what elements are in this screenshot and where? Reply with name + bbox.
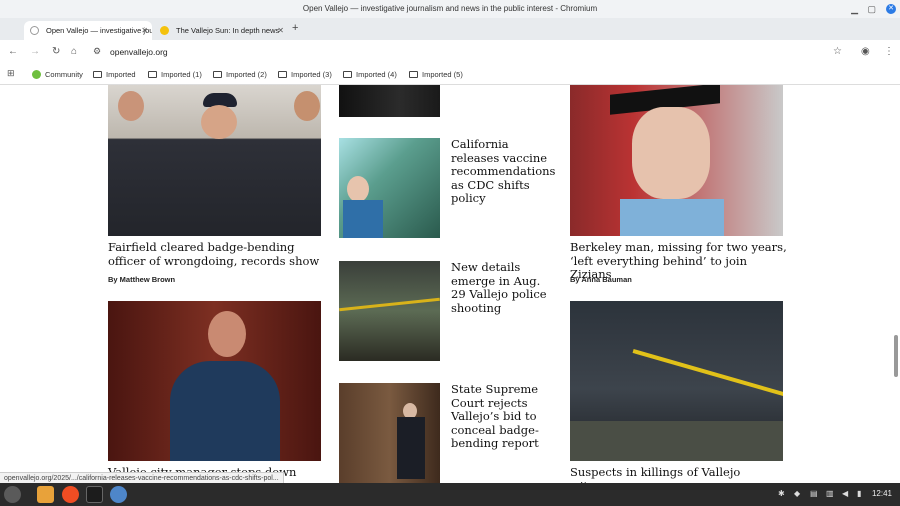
article-headline-supreme-court[interactable]: State Supreme Court rejects Vallejo’s bi…	[451, 382, 556, 451]
bookmark-community[interactable]: Community	[32, 69, 83, 81]
folder-icon	[148, 71, 157, 78]
bluetooth-icon[interactable]: ✱	[778, 489, 785, 498]
minimize-icon[interactable]: ▁	[851, 0, 858, 18]
terminal-icon[interactable]	[86, 486, 103, 503]
chromium-icon[interactable]	[110, 486, 127, 503]
bookmark-imported[interactable]: Imported	[93, 69, 136, 81]
article-image-city-manager[interactable]	[108, 301, 321, 461]
tab-label: The Vallejo Sun: In depth news	[176, 26, 280, 35]
apps-grid-icon[interactable]: ⊞	[7, 68, 15, 79]
globe-icon	[30, 26, 39, 35]
article-image-supreme-court[interactable]	[339, 383, 440, 483]
maximize-icon[interactable]: ▢	[867, 0, 876, 18]
window-title: Open Vallejo — investigative journalism …	[302, 4, 598, 13]
article-byline[interactable]: By Anna Bauman	[570, 275, 632, 284]
bookmark-star-icon[interactable]: ☆	[833, 46, 842, 57]
home-icon[interactable]: ⌂	[71, 46, 77, 57]
file-manager-icon[interactable]	[37, 486, 54, 503]
bookmark-imported-3[interactable]: Imported (3)	[278, 69, 332, 81]
tab-label: Open Vallejo — investigative journalism	[46, 26, 152, 35]
window-titlebar: Open Vallejo — investigative journalism …	[0, 0, 900, 18]
folder-icon	[93, 71, 102, 78]
article-image-top[interactable]	[339, 85, 440, 117]
article-image-officers[interactable]	[108, 85, 321, 236]
back-icon[interactable]: ←	[8, 46, 18, 57]
bookmarks-bar: ⊞ Community Imported Imported (1) Import…	[0, 66, 900, 85]
shield-icon[interactable]: ◆	[794, 489, 800, 498]
bookmark-imported-1[interactable]: Imported (1)	[148, 69, 202, 81]
tab-strip: Open Vallejo — investigative journalism …	[0, 18, 900, 40]
folder-icon	[278, 71, 287, 78]
profile-icon[interactable]: ◉	[861, 46, 870, 57]
new-tab-icon[interactable]: +	[292, 22, 298, 34]
article-image-berkeley-man[interactable]	[570, 85, 783, 236]
page-scrollbar[interactable]	[894, 335, 898, 377]
bookmark-imported-2[interactable]: Imported (2)	[213, 69, 267, 81]
community-icon	[32, 70, 41, 79]
taskbar: ✱ ◆ ▤ ▥ ◀ ▮ 12:41	[0, 483, 900, 506]
menu-icon[interactable]: ⋮	[884, 46, 894, 57]
reload-icon[interactable]: ↻	[52, 46, 60, 57]
browser-toolbar: ← → ↻ ⌂ ⚙ openvallejo.org ☆ ◉ ⋮	[0, 40, 900, 66]
tab-vallejo-sun[interactable]: The Vallejo Sun: In depth news ✕	[154, 21, 288, 40]
close-tab-icon[interactable]: ✕	[141, 21, 148, 40]
close-window-icon[interactable]: ✕	[886, 4, 896, 14]
article-byline[interactable]: By Matthew Brown	[108, 275, 175, 284]
brave-browser-icon[interactable]	[62, 486, 79, 503]
start-menu-icon[interactable]	[4, 486, 21, 503]
bookmark-imported-4[interactable]: Imported (4)	[343, 69, 397, 81]
article-image-vaccine[interactable]	[339, 138, 440, 238]
printer-icon[interactable]: ▤	[810, 489, 818, 498]
article-headline-suspects[interactable]: Suspects in killings of Vallejo witness,	[570, 465, 790, 483]
close-tab-icon[interactable]: ✕	[277, 21, 284, 40]
folder-icon	[409, 71, 418, 78]
article-headline-police-shooting[interactable]: New details emerge in Aug. 29 Vallejo po…	[451, 260, 556, 315]
tab-open-vallejo[interactable]: Open Vallejo — investigative journalism …	[24, 21, 152, 40]
bookmark-imported-5[interactable]: Imported (5)	[409, 69, 463, 81]
folder-icon	[213, 71, 222, 78]
address-bar[interactable]: openvallejo.org	[110, 47, 168, 57]
network-icon[interactable]: ▥	[826, 489, 834, 498]
clock[interactable]: 12:41	[872, 489, 892, 498]
folder-icon	[343, 71, 352, 78]
article-headline-vaccine[interactable]: California releases vaccine recommendati…	[451, 137, 556, 206]
site-info-icon[interactable]: ⚙	[93, 46, 101, 57]
article-headline-fairfield[interactable]: Fairfield cleared badge-bending officer …	[108, 240, 328, 268]
vallejo-sun-favicon-icon	[160, 26, 169, 35]
volume-icon[interactable]: ◀	[842, 489, 848, 498]
article-image-crime-scene[interactable]	[570, 301, 783, 461]
battery-icon[interactable]: ▮	[857, 489, 861, 498]
forward-icon[interactable]: →	[30, 46, 40, 57]
article-image-police-shooting[interactable]	[339, 261, 440, 361]
page-content: Fairfield cleared badge-bending officer …	[0, 85, 900, 483]
